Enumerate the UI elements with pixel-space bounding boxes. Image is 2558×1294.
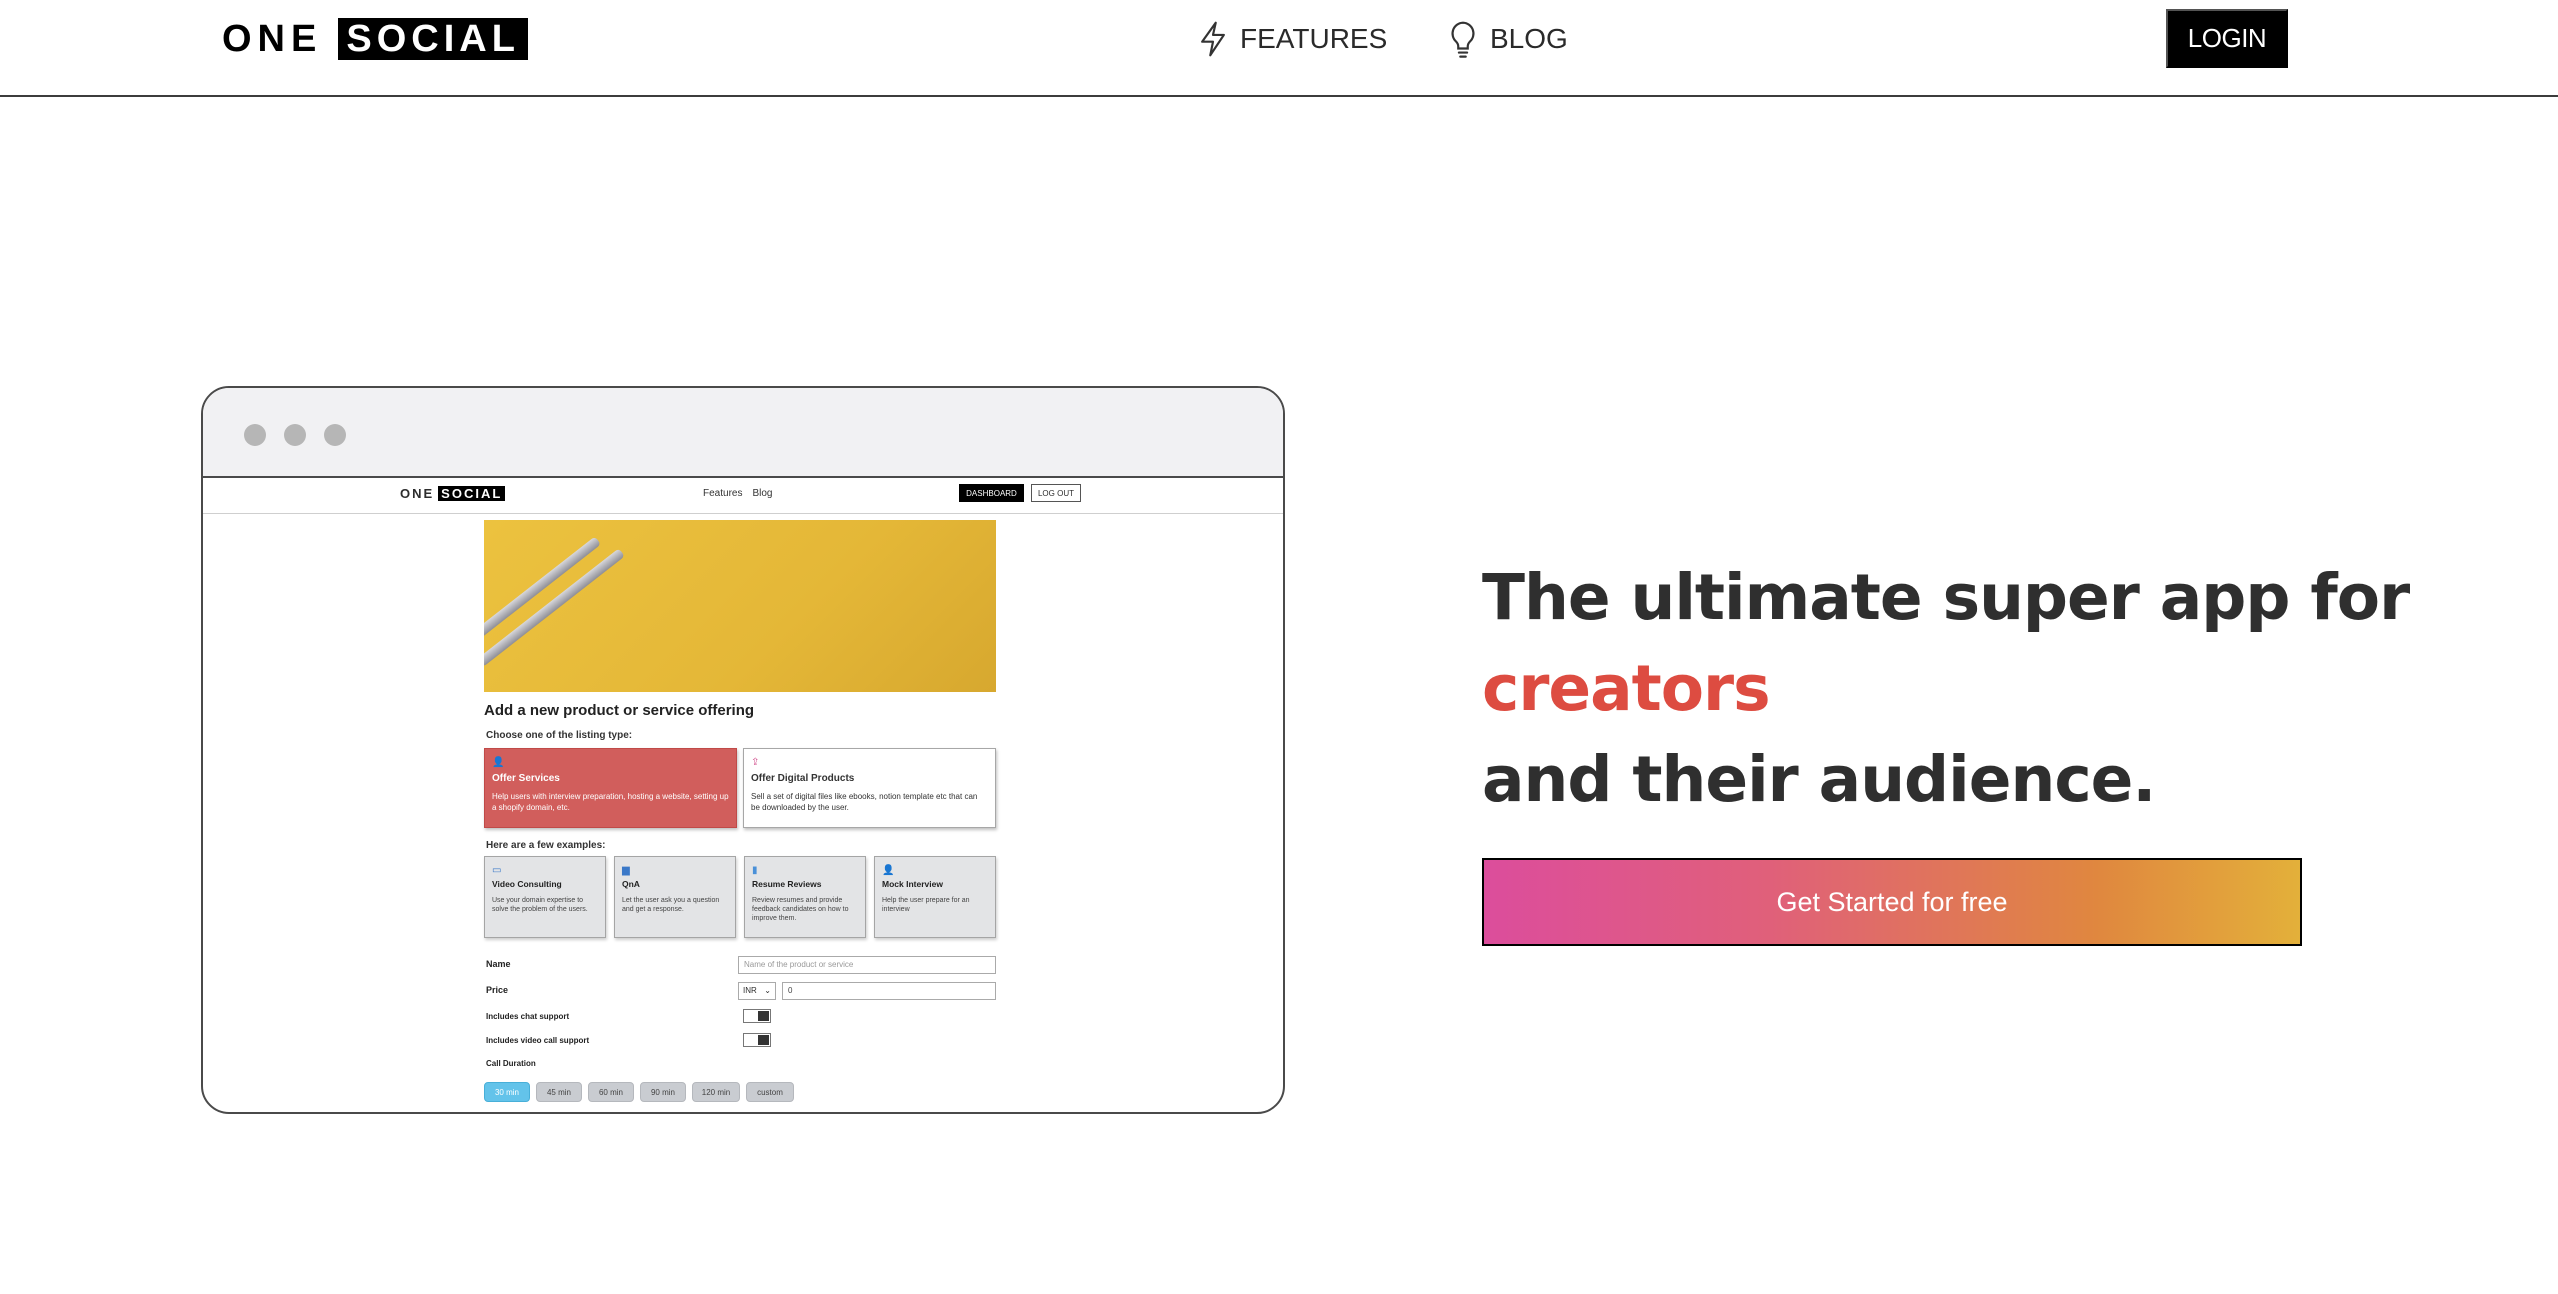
example-card: ▭ Video Consulting Use your domain exper… <box>484 856 606 938</box>
mockup-video-toggle <box>743 1033 771 1047</box>
mockup-video-support-label: Includes video call support <box>486 1036 590 1045</box>
person-icon: 👤 <box>882 865 895 876</box>
mockup-links: Features Blog <box>703 488 772 499</box>
example-desc: Help the user prepare for an interview <box>882 897 970 913</box>
mockup-chat-support-label: Includes chat support <box>486 1012 570 1021</box>
listing-type-digital: ⇪ Offer Digital Products Sell a set of d… <box>743 748 996 828</box>
mockup-logo-social: SOCIAL <box>438 486 506 501</box>
mockup-call-duration-label: Call Duration <box>486 1059 536 1068</box>
chat-icon: ▆ <box>622 865 630 876</box>
listing-type-title: Offer Digital Products <box>751 773 855 784</box>
upload-icon: ⇪ <box>751 757 760 768</box>
duration-chip: 120 min <box>692 1082 740 1102</box>
headline-line-3: and their audience. <box>1482 743 2156 816</box>
document-icon: ▮ <box>752 865 758 876</box>
chevron-down-icon: ⌄ <box>764 986 771 995</box>
mockup-currency-value: INR <box>743 986 757 995</box>
mockup-logo: ONE SOCIAL <box>400 486 506 501</box>
mockup-name-label: Name <box>486 959 511 969</box>
example-title: Mock Interview <box>882 879 943 889</box>
headline-line-1: The ultimate super app for <box>1482 561 2410 634</box>
window-dot-icon <box>324 424 346 446</box>
hero-headline: The ultimate super app for creators and … <box>1482 552 2410 825</box>
services-icon: 👤 <box>492 757 505 768</box>
example-title: Video Consulting <box>492 879 562 889</box>
logo-social: SOCIAL <box>338 18 528 60</box>
mockup-hero-image <box>484 520 996 692</box>
mockup-choose-label: Choose one of the listing type: <box>486 730 633 741</box>
example-card: ▮ Resume Reviews Review resumes and prov… <box>744 856 866 938</box>
example-card: 👤 Mock Interview Help the user prepare f… <box>874 856 996 938</box>
mockup-link-blog: Blog <box>752 488 773 499</box>
example-desc: Use your domain expertise to solve the p… <box>492 897 588 913</box>
listing-type-desc: Sell a set of digital files like ebooks,… <box>751 792 978 812</box>
nav-blog-label: BLOG <box>1490 23 1568 54</box>
listing-type-desc: Help users with interview preparation, h… <box>492 792 729 812</box>
mockup-chat-toggle <box>743 1009 771 1023</box>
toggle-knob <box>758 1035 769 1045</box>
toggle-knob <box>758 1011 769 1021</box>
listing-type-title: Offer Services <box>492 773 560 784</box>
nav-features-label: FEATURES <box>1240 23 1388 54</box>
mockup-nav: ONE SOCIAL Features Blog DASHBOARD LOG O… <box>203 478 1283 514</box>
nav-blog-link[interactable]: BLOG <box>1446 20 1568 58</box>
lightning-icon <box>1201 21 1225 57</box>
mockup-logout-button: LOG OUT <box>1031 484 1081 502</box>
mockup-link-features: Features <box>703 488 743 499</box>
example-desc: Let the user ask you a question and get … <box>622 897 720 913</box>
duration-chip: 60 min <box>588 1082 634 1102</box>
logo-one: ONE <box>222 17 323 60</box>
lightbulb-icon <box>1451 21 1475 58</box>
nav-features-link[interactable]: FEATURES <box>1196 20 1387 58</box>
mockup-name-input: Name of the product or service <box>738 956 996 974</box>
example-title: Resume Reviews <box>752 879 822 889</box>
login-button[interactable]: LOGIN <box>2166 9 2288 68</box>
mockup-form-title: Add a new product or service offering <box>484 702 755 719</box>
headline-accent: creators <box>1482 652 1771 725</box>
duration-chip: 90 min <box>640 1082 686 1102</box>
browser-title-bar <box>203 388 1283 478</box>
duration-chip: 45 min <box>536 1082 582 1102</box>
example-desc: Review resumes and provide feedback cand… <box>752 897 849 922</box>
logo[interactable]: ONE SOCIAL <box>222 18 528 60</box>
mockup-content: ONE SOCIAL Features Blog DASHBOARD LOG O… <box>203 478 1283 1112</box>
laptop-icon: ▭ <box>492 865 502 876</box>
get-started-button[interactable]: Get Started for free <box>1482 858 2302 946</box>
window-dot-icon <box>244 424 266 446</box>
pencil-shape <box>484 536 602 649</box>
mockup-logo-one: ONE <box>400 486 435 501</box>
example-card: ▆ QnA Let the user ask you a question an… <box>614 856 736 938</box>
duration-chip: custom <box>746 1082 794 1102</box>
browser-mockup: ONE SOCIAL Features Blog DASHBOARD LOG O… <box>201 386 1285 1114</box>
mockup-currency-select: INR ⌄ <box>738 982 776 1000</box>
mockup-examples-label: Here are a few examples: <box>486 840 606 851</box>
mockup-price-input: 0 <box>782 982 996 1000</box>
mockup-price-label: Price <box>486 985 509 995</box>
listing-type-services: 👤 Offer Services Help users with intervi… <box>484 748 737 828</box>
example-title: QnA <box>622 879 640 889</box>
mockup-dashboard-button: DASHBOARD <box>959 484 1024 502</box>
top-nav: ONE SOCIAL FEATURES BLOG LOGIN <box>0 0 2558 97</box>
duration-chip: 30 min <box>484 1082 530 1102</box>
window-dot-icon <box>284 424 306 446</box>
